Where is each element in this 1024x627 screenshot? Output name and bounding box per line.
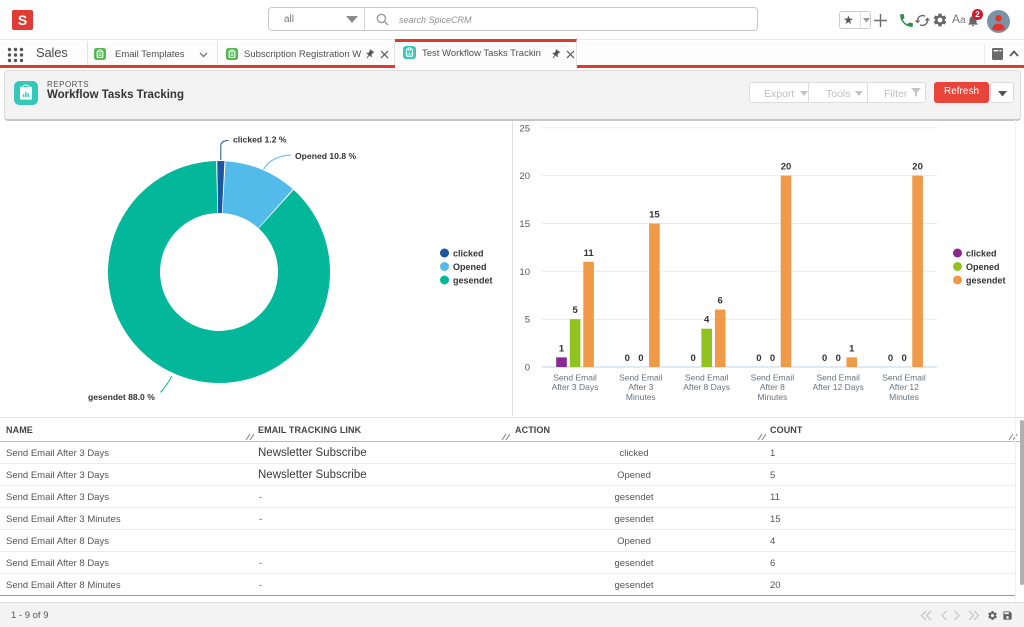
svg-text:Opened: Opened: [966, 262, 1000, 272]
svg-text:11: 11: [584, 248, 595, 259]
svg-text:4: 4: [704, 315, 710, 326]
svg-text:0: 0: [756, 353, 761, 364]
svg-text:0: 0: [901, 353, 906, 364]
svg-text:1: 1: [559, 343, 565, 354]
svg-text:10: 10: [519, 267, 530, 278]
svg-text:0: 0: [888, 353, 893, 364]
svg-text:Send EmailAfter 8Minutes: Send EmailAfter 8Minutes: [751, 373, 795, 402]
svg-text:Opened: Opened: [453, 262, 487, 272]
svg-text:0: 0: [525, 363, 530, 374]
svg-text:15: 15: [519, 219, 530, 230]
svg-text:20: 20: [912, 162, 923, 173]
svg-text:5: 5: [572, 305, 578, 316]
svg-text:clicked: clicked: [453, 249, 484, 259]
svg-text:Opened 10.8 %: Opened 10.8 %: [295, 151, 356, 161]
svg-text:5: 5: [525, 315, 530, 326]
svg-text:6: 6: [718, 296, 723, 307]
svg-text:1: 1: [849, 343, 855, 354]
svg-text:gesendet 88.0 %: gesendet 88.0 %: [88, 392, 155, 402]
svg-text:20: 20: [781, 162, 792, 173]
svg-text:Send EmailAfter 12 Days: Send EmailAfter 12 Days: [812, 373, 864, 393]
svg-text:0: 0: [638, 353, 643, 364]
svg-text:clicked: clicked: [966, 249, 997, 259]
svg-text:clicked 1.2 %: clicked 1.2 %: [233, 135, 287, 145]
svg-text:Send EmailAfter 3Minutes: Send EmailAfter 3Minutes: [619, 373, 663, 402]
svg-text:0: 0: [822, 353, 827, 364]
svg-text:0: 0: [625, 353, 630, 364]
svg-text:Send EmailAfter 12Minutes: Send EmailAfter 12Minutes: [882, 373, 926, 402]
svg-text:0: 0: [836, 353, 841, 364]
svg-text:gesendet: gesendet: [453, 276, 493, 286]
svg-text:Send EmailAfter 3 Days: Send EmailAfter 3 Days: [552, 373, 599, 393]
svg-text:Send EmailAfter 8 Days: Send EmailAfter 8 Days: [683, 373, 730, 393]
svg-text:0: 0: [770, 353, 775, 364]
svg-text:gesendet: gesendet: [966, 276, 1006, 286]
svg-text:25: 25: [519, 123, 530, 134]
svg-text:0: 0: [690, 353, 695, 364]
svg-text:15: 15: [649, 210, 660, 221]
svg-text:20: 20: [519, 171, 530, 182]
